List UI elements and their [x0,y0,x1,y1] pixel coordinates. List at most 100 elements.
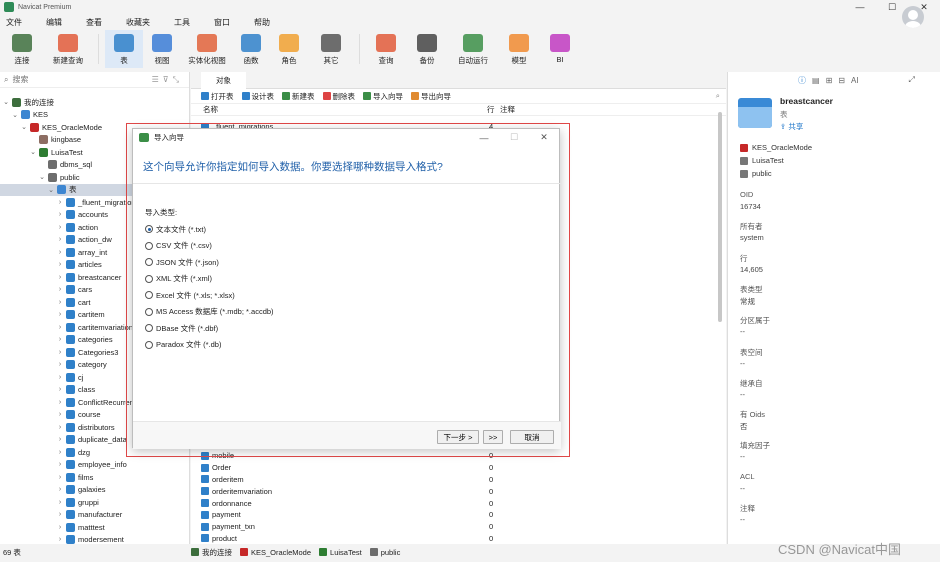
tree-item[interactable]: › cart [0,296,91,309]
tree-item[interactable]: › articles [0,259,102,272]
tree-item[interactable]: ⌄ KES [0,109,48,122]
table-row[interactable]: orderitem 0 [201,474,501,486]
toolbar-query-button[interactable]: 查询 [366,30,406,68]
expand-arrow-icon[interactable]: › [56,499,64,506]
tree-item[interactable]: › categories [0,334,113,347]
table-row[interactable]: product 0 [201,533,501,545]
tree-item[interactable]: › cj [0,371,83,384]
tree-item[interactable]: › ConflictRecurrence [0,396,142,409]
tree-item[interactable]: ⌄ public [0,171,80,184]
tree-item[interactable]: › action [0,221,98,234]
toolbar-backup-button[interactable]: 备份 [406,30,448,68]
tab-objects[interactable]: 对象 [201,72,246,89]
expand-arrow-icon[interactable]: › [56,511,64,518]
tree-item[interactable]: › _fluent_migrations [0,196,139,209]
import-format-option[interactable]: MS Access 数据库 (*.mdb; *.accdb) [145,305,274,319]
info-icon[interactable]: ⓘ [798,75,806,86]
menu-item[interactable]: 编辑 [40,17,74,28]
tree-item[interactable]: › galaxies [0,484,106,497]
tree-item[interactable]: kingbase [0,134,81,147]
menu-item[interactable]: 工具 [168,17,202,28]
tree-item[interactable]: ⌄ KES_OracleMode [0,121,102,134]
expand-icon[interactable]: ⤢ [909,75,915,85]
tree-item[interactable]: › category [0,359,107,372]
radio-button[interactable] [145,258,153,266]
minimize-button[interactable]: — [844,0,876,14]
ddl-icon[interactable]: ▤ [812,76,820,85]
preview-icon[interactable]: ⊟ [838,76,845,85]
expand-arrow-icon[interactable]: › [56,536,64,543]
tree-item[interactable]: › employee_info [0,459,127,472]
toolbar-automation-button[interactable]: 自动运行 [448,30,498,68]
tree-item[interactable]: › class [0,384,95,397]
search-input[interactable]: 搜索 [12,74,28,85]
expand-arrow-icon[interactable]: ⌄ [20,123,28,131]
expand-arrow-icon[interactable]: ⌄ [2,98,10,106]
table-row[interactable]: ordonnance 0 [201,497,501,509]
tree-item[interactable]: › accounts [0,209,108,222]
toolbar-materialized-view-button[interactable]: 实体化视图 [181,30,233,68]
expand-arrow-icon[interactable]: › [56,399,64,406]
expand-arrow-icon[interactable]: › [56,236,64,243]
tree-item[interactable]: › array_int [0,246,107,259]
expand-arrow-icon[interactable]: › [56,299,64,306]
table-row[interactable]: Order 0 [201,462,501,474]
tree-item[interactable]: › breastcancer [0,271,121,284]
menu-item[interactable]: 收藏夹 [120,17,162,28]
tree-item[interactable]: › films [0,471,93,484]
radio-button[interactable] [145,291,153,299]
object-tool-button[interactable]: 导出向导 [411,91,451,102]
table-row[interactable]: payment_txn 0 [201,521,501,533]
object-tool-button[interactable]: 导入向导 [363,91,403,102]
ai-icon[interactable]: AI [851,76,859,85]
radio-button[interactable] [145,307,153,316]
expand-arrow-icon[interactable]: ⌄ [29,148,37,156]
object-tool-button[interactable]: 新建表 [282,91,315,102]
expand-arrow-icon[interactable]: › [56,524,64,531]
tree-item[interactable]: › distributors [0,421,115,434]
expand-arrow-icon[interactable]: › [56,361,64,368]
tree-item[interactable]: › Categories3 [0,346,118,359]
expand-arrow-icon[interactable]: › [56,474,64,481]
expand-arrow-icon[interactable]: › [56,386,64,393]
expand-arrow-icon[interactable]: › [56,211,64,218]
radio-button[interactable] [145,241,153,250]
er-icon[interactable]: ⊞ [826,76,833,85]
expand-arrow-icon[interactable]: › [56,311,64,318]
tree-item[interactable]: › cartitemvariation [0,321,133,334]
tree-tools[interactable]: ☰⊽⤡ [152,75,183,85]
object-tool-button[interactable]: 设计表 [241,91,274,102]
expand-arrow-icon[interactable]: › [56,486,64,493]
col-comment-header[interactable]: 注释 [500,104,515,115]
radio-button[interactable] [145,274,153,283]
expand-arrow-icon[interactable]: › [56,286,64,293]
table-row[interactable]: payment 0 [201,509,501,521]
tree-item[interactable]: › modersement [0,534,124,544]
expand-arrow-icon[interactable]: › [56,336,64,343]
import-format-option[interactable]: 文本文件 (*.txt) [145,222,206,236]
import-format-option[interactable]: Excel 文件 (*.xls; *.xlsx) [145,288,235,302]
import-format-option[interactable]: XML 文件 (*.xml) [145,272,212,286]
menu-item[interactable]: 文件 [0,17,34,28]
table-row[interactable]: orderitemvariation 0 [201,485,501,497]
radio-button[interactable] [145,324,153,332]
object-tool-button[interactable]: 删除表 [322,91,355,102]
share-link[interactable]: ⇪ 共享 [780,121,803,132]
expand-arrow-icon[interactable]: › [56,199,64,206]
expand-arrow-icon[interactable]: ⌄ [38,173,46,181]
toolbar-role-button[interactable]: 角色 [269,30,309,68]
toolbar-view-button[interactable]: 视图 [143,30,181,68]
expand-arrow-icon[interactable]: › [56,411,64,418]
next-button[interactable]: 下一步 > [437,430,479,444]
tree-item[interactable]: › cartitem [0,309,105,322]
col-rows-header[interactable]: 行 [487,104,495,115]
menu-item[interactable]: 窗口 [208,17,242,28]
expand-arrow-icon[interactable]: › [56,449,64,456]
expand-arrow-icon[interactable]: › [56,261,64,268]
toolbar-connection-button[interactable]: 连接 [0,30,44,68]
radio-button[interactable] [145,225,153,233]
tree-item[interactable]: › manufacturer [0,509,122,522]
dialog-close-button[interactable]: ✕ [529,129,559,146]
expand-arrow-icon[interactable]: › [56,436,64,443]
toolbar-function-button[interactable]: 函数 [233,30,269,68]
